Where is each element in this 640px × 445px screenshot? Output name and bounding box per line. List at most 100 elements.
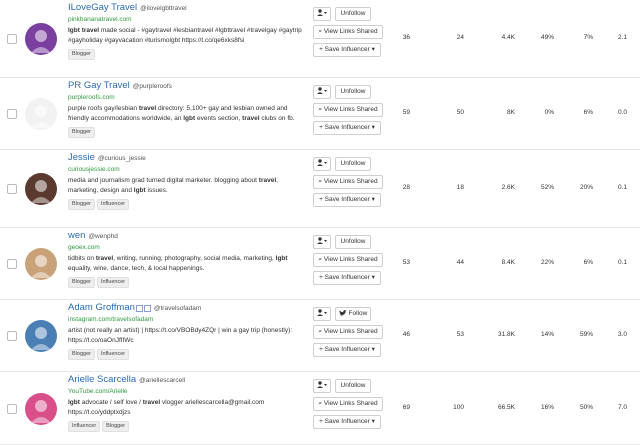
bio-fragment: lgbt bbox=[68, 399, 80, 406]
influencer-handle[interactable]: @travelsofadam bbox=[154, 305, 201, 312]
follow-toggle-button[interactable]: Unfollow bbox=[335, 379, 371, 393]
influencer-name[interactable]: Jessie bbox=[68, 152, 95, 163]
follow-label: Unfollow bbox=[340, 238, 366, 245]
category-tag[interactable]: Influencer bbox=[96, 349, 130, 361]
view-links-label: View Links Shared bbox=[323, 178, 378, 185]
follow-toggle-button[interactable]: Unfollow bbox=[335, 235, 371, 249]
stat-pct-a: 0% bbox=[544, 109, 554, 116]
user-dropdown-icon bbox=[317, 309, 327, 317]
view-links-label: View Links Shared bbox=[323, 106, 378, 113]
user-menu-button[interactable] bbox=[313, 157, 331, 171]
save-influencer-button[interactable]: + Save Influencer ▾ bbox=[313, 271, 381, 285]
save-influencer-button[interactable]: + Save Influencer ▾ bbox=[313, 193, 381, 207]
influencer-handle[interactable]: @ilovelgbttravel bbox=[140, 5, 186, 12]
influencer-handle[interactable]: @curious_jessie bbox=[98, 155, 146, 162]
user-menu-button[interactable] bbox=[313, 7, 331, 21]
caret-down-icon: ▾ bbox=[369, 418, 375, 425]
view-links-button[interactable]: ⌕ View Links Shared bbox=[313, 253, 383, 267]
stat-pct-b: 59% bbox=[579, 331, 593, 338]
row-checkbox[interactable] bbox=[7, 259, 17, 269]
stat-posts: 28 bbox=[402, 184, 410, 191]
influencer-site-link[interactable]: purpleroofs.com bbox=[68, 93, 303, 102]
stat-lgbt: 50 bbox=[456, 109, 464, 116]
name-line: PR Gay Travel @purpleroofs bbox=[68, 80, 303, 93]
stat-lgbt: 100 bbox=[453, 403, 464, 411]
name-line: Adam Groffman @travelsofadam bbox=[68, 302, 303, 315]
stat-followers: 4.4K bbox=[501, 34, 515, 41]
category-tag[interactable]: Blogger bbox=[68, 199, 95, 211]
category-tag[interactable]: Blogger bbox=[68, 49, 95, 61]
stat-pct-b: 50% bbox=[579, 403, 593, 411]
influencer-handle[interactable]: @purpleroofs bbox=[133, 83, 172, 90]
follow-label: Unfollow bbox=[340, 10, 366, 17]
table-row: Arielle Scarcella @ariellescarcell YouTube… bbox=[0, 372, 640, 445]
follow-toggle-button[interactable]: Unfollow bbox=[335, 7, 371, 21]
follow-toggle-button[interactable]: Unfollow bbox=[335, 157, 371, 171]
view-links-label: View Links Shared bbox=[323, 256, 378, 263]
user-dropdown-icon bbox=[317, 159, 327, 167]
influencer-name[interactable]: Arielle Scarcella bbox=[68, 374, 136, 385]
category-tag[interactable]: Blogger bbox=[68, 277, 95, 289]
save-influencer-button[interactable]: + Save Influencer ▾ bbox=[313, 43, 381, 57]
influencer-site-link[interactable]: pinkbananatravel.com bbox=[68, 15, 303, 24]
user-menu-button[interactable] bbox=[313, 85, 331, 99]
category-tag[interactable]: Influencer bbox=[96, 199, 130, 211]
influencer-handle[interactable]: @ariellescarcell bbox=[139, 377, 185, 384]
view-links-button[interactable]: ⌕ View Links Shared bbox=[313, 325, 383, 339]
category-tag[interactable]: Influencer bbox=[96, 277, 130, 289]
avatar bbox=[25, 392, 57, 425]
row-checkbox[interactable] bbox=[7, 403, 17, 414]
influencer-site-link[interactable]: YouTube.com/Arielle bbox=[68, 387, 303, 396]
bio-fragment: equality, wine, dance, tech, & local hap… bbox=[68, 264, 205, 272]
row-checkbox[interactable] bbox=[7, 184, 17, 194]
stat-score: 0.0 bbox=[617, 109, 627, 116]
save-influencer-button[interactable]: + Save Influencer ▾ bbox=[313, 121, 381, 135]
influencer-info: Arielle Scarcella @ariellescarcell YouTube… bbox=[68, 374, 303, 433]
view-links-button[interactable]: ⌕ View Links Shared bbox=[313, 175, 383, 189]
stat-score: 3.0 bbox=[617, 331, 627, 338]
category-tag[interactable]: Blogger bbox=[68, 127, 95, 139]
follow-toggle-button[interactable]: Unfollow bbox=[335, 85, 371, 99]
influencer-name[interactable]: wen bbox=[68, 230, 85, 241]
row-checkbox[interactable] bbox=[7, 34, 17, 44]
bio-fragment: lgbt bbox=[183, 114, 196, 122]
user-menu-button[interactable] bbox=[313, 379, 331, 393]
save-influencer-button[interactable]: + Save Influencer ▾ bbox=[313, 415, 381, 429]
row-checkbox[interactable] bbox=[7, 331, 17, 341]
influencer-name[interactable]: ILoveGay Travel bbox=[68, 2, 137, 13]
view-links-button[interactable]: ⌕ View Links Shared bbox=[313, 397, 383, 411]
caret-down-icon: ▾ bbox=[369, 274, 375, 281]
influencer-site-link[interactable]: curiousjessie.com bbox=[68, 165, 303, 174]
stat-posts: 59 bbox=[402, 109, 410, 116]
tag-list: Blogger Influencer bbox=[68, 199, 303, 211]
stat-posts: 36 bbox=[402, 34, 410, 41]
influencer-site-link[interactable]: geoex.com bbox=[68, 243, 303, 252]
influencer-handle[interactable]: @wenphd bbox=[88, 233, 117, 240]
user-menu-button[interactable] bbox=[313, 235, 331, 249]
row-checkbox[interactable] bbox=[7, 109, 17, 119]
view-links-button[interactable]: ⌕ View Links Shared bbox=[313, 25, 383, 39]
table-row: wen @wenphd geoex.com tidbits on travel, wr… bbox=[0, 228, 640, 300]
stat-pct-b: 6% bbox=[583, 259, 593, 266]
category-tag[interactable]: Blogger bbox=[102, 421, 130, 433]
view-links-button[interactable]: ⌕ View Links Shared bbox=[313, 103, 383, 117]
influencer-info: Jessie @curious_jessie curiousjessie.com me… bbox=[68, 152, 303, 211]
follow-toggle-button[interactable]: Follow bbox=[335, 307, 371, 321]
bio-fragment: made social - #gaytravel #lesbiantravel … bbox=[68, 27, 302, 44]
bio-fragment: travel bbox=[258, 177, 277, 184]
influencer-name[interactable]: PR Gay Travel bbox=[68, 80, 130, 91]
category-tag[interactable]: Blogger bbox=[68, 349, 95, 361]
save-influencer-button[interactable]: + Save Influencer ▾ bbox=[313, 343, 381, 357]
save-label: + Save Influencer bbox=[319, 274, 370, 281]
influencer-info: PR Gay Travel @purpleroofs purpleroofs.com… bbox=[68, 80, 303, 139]
stat-pct-a: 52% bbox=[540, 184, 554, 191]
user-menu-button[interactable] bbox=[313, 307, 331, 321]
stat-pct-a: 49% bbox=[540, 34, 554, 41]
influencer-site-link[interactable]: instagram.com/travelsofadam bbox=[68, 315, 303, 324]
stat-pct-b: 20% bbox=[579, 184, 593, 191]
user-dropdown-icon bbox=[317, 9, 327, 17]
caret-down-icon: ▾ bbox=[369, 196, 375, 203]
stat-lgbt: 18 bbox=[456, 184, 464, 191]
influencer-name[interactable]: Adam Groffman bbox=[68, 302, 135, 313]
category-tag[interactable]: Influencer bbox=[68, 421, 101, 433]
